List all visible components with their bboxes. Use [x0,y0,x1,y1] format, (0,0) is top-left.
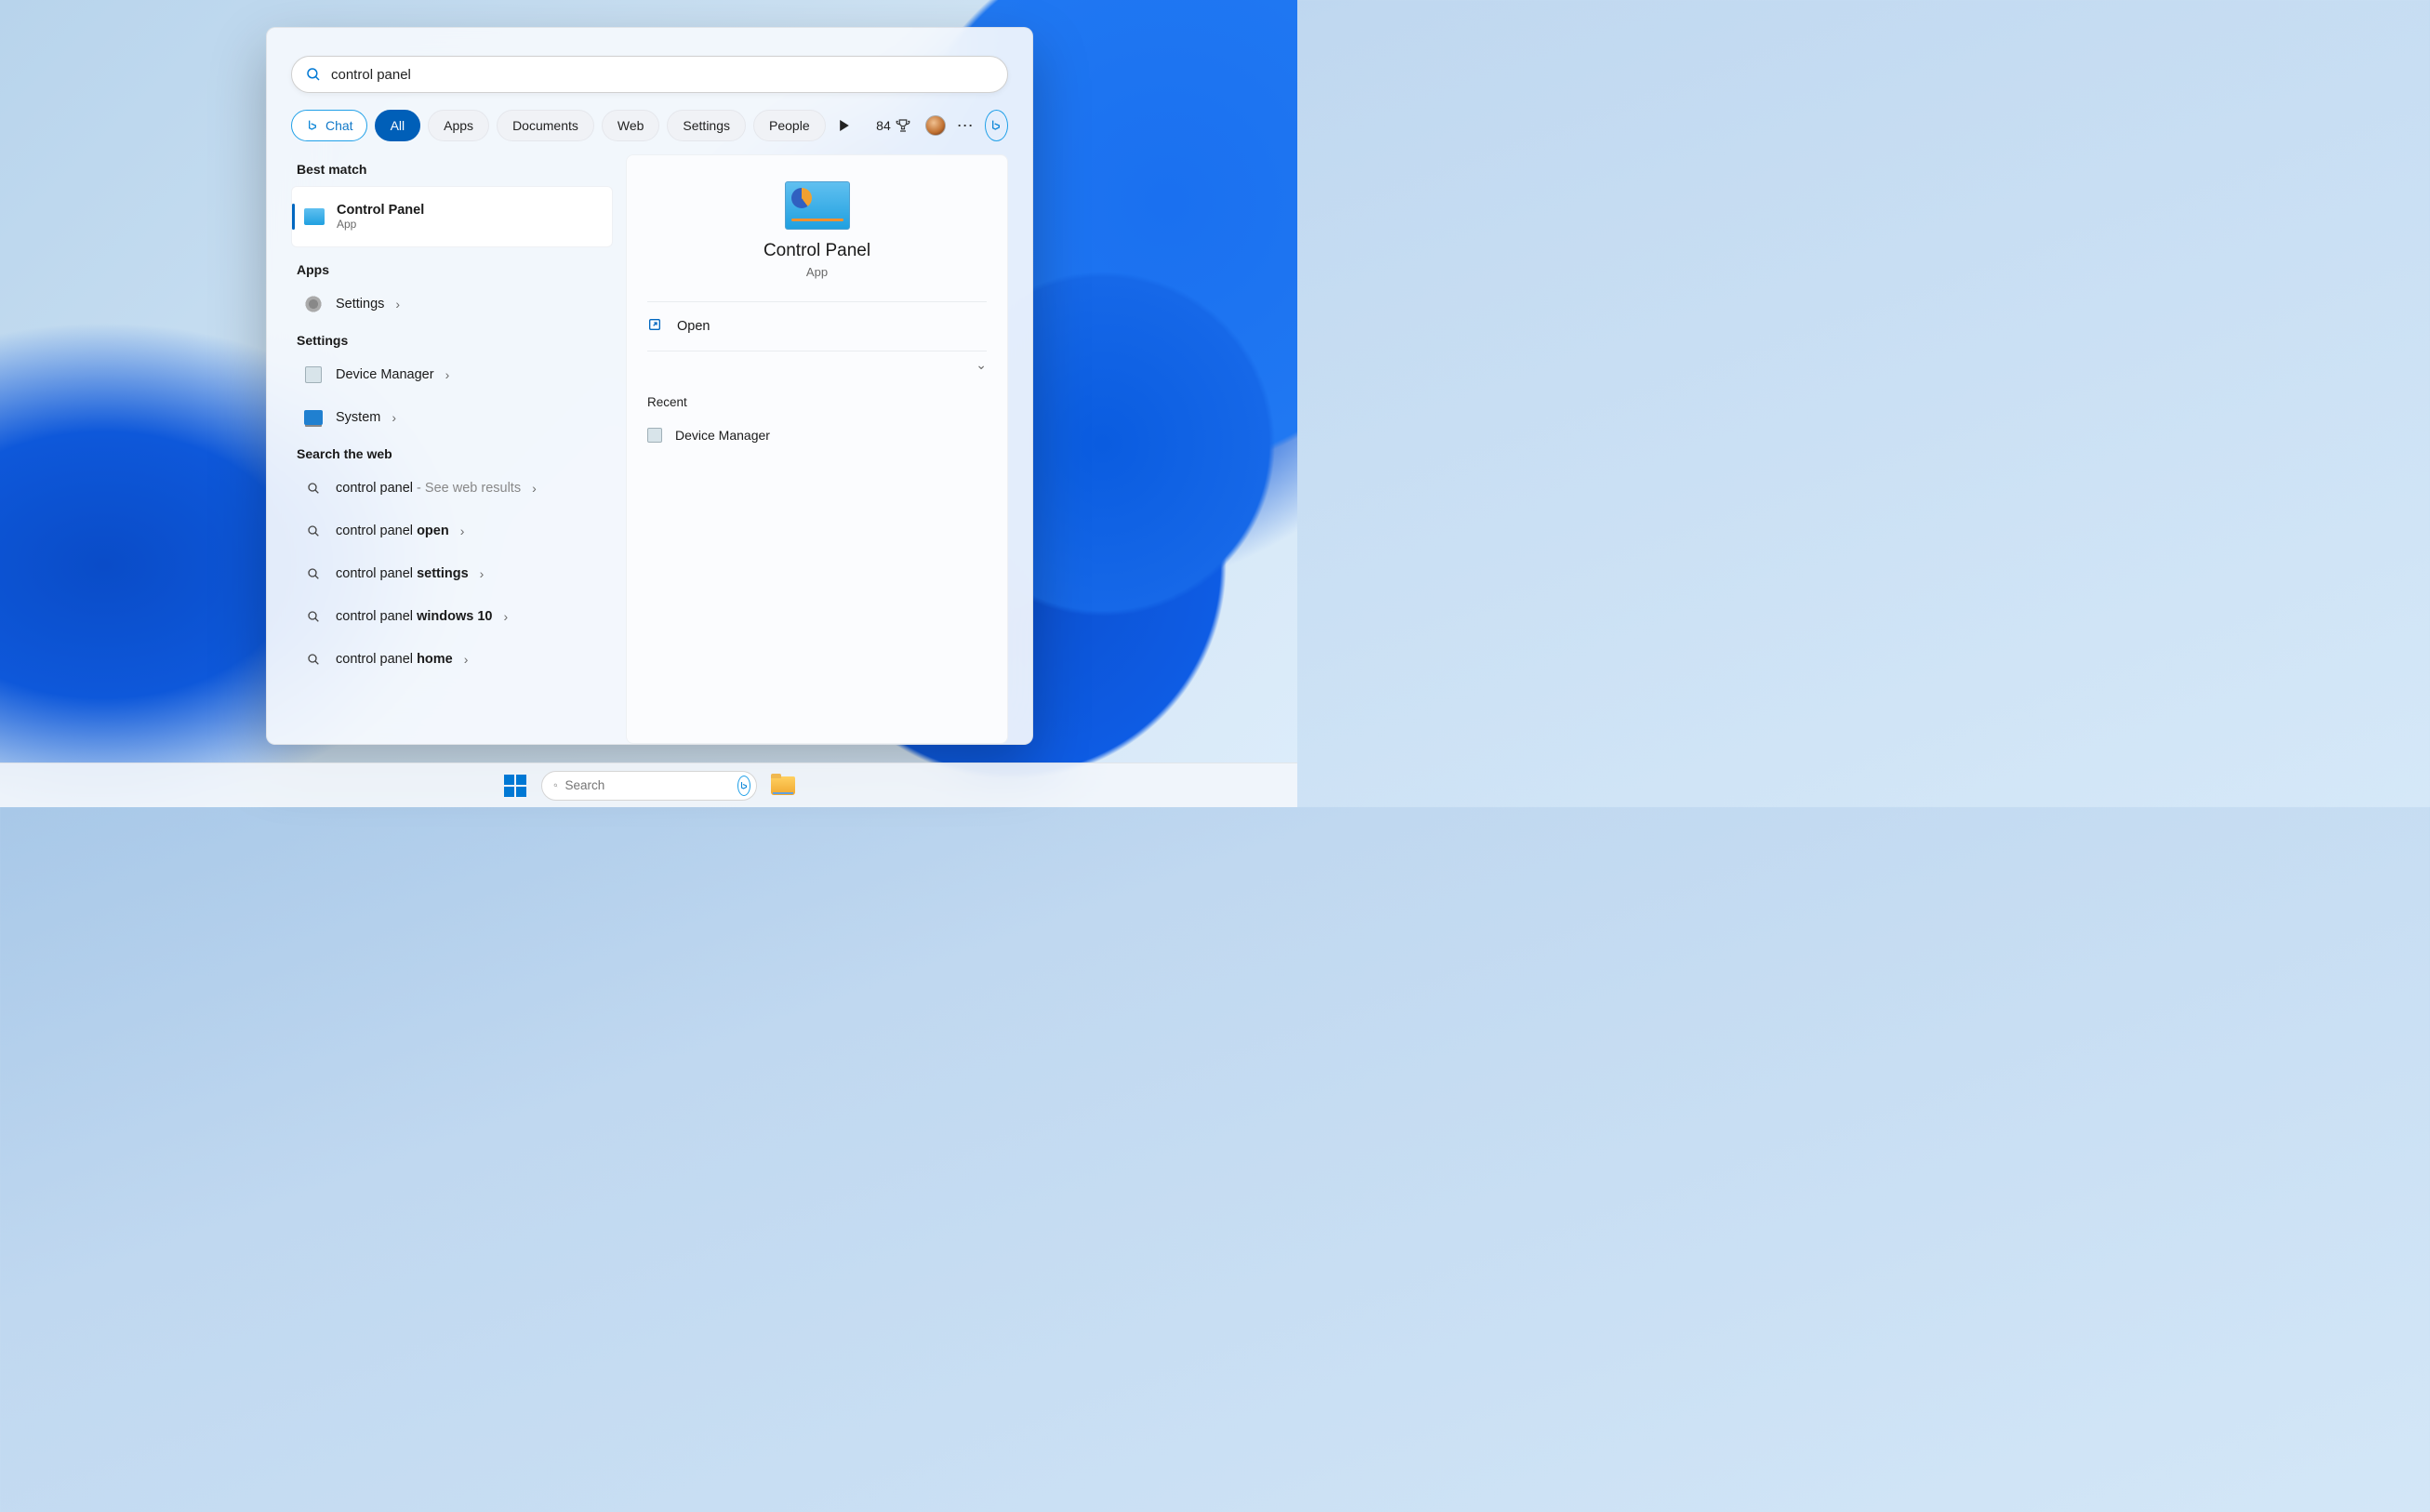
result-web-3[interactable]: control panel windows 10 › [291,595,613,638]
result-best-match[interactable]: Control Panel App [291,186,613,247]
recent-item-label: Device Manager [675,428,770,443]
gear-icon [302,293,325,315]
device-manager-icon [647,428,662,443]
result-web-0[interactable]: control panel - See web results › [291,467,613,510]
result-title: control panel settings [336,566,469,581]
play-icon [839,120,850,131]
filter-apps[interactable]: Apps [428,110,489,141]
section-search-web: Search the web [291,439,613,467]
search-icon [302,520,325,542]
result-title: control panel windows 10 [336,609,492,624]
control-panel-icon [785,181,850,230]
more-button[interactable]: ⋯ [954,110,977,141]
chevron-right-icon: › [460,524,465,538]
preview-title: Control Panel [647,241,987,261]
folder-icon [771,776,795,795]
result-title: control panel home [336,652,453,667]
action-open[interactable]: Open [647,302,987,351]
search-icon [302,605,325,628]
search-icon [302,563,325,585]
result-title: System [336,410,380,425]
start-button[interactable] [497,767,534,804]
control-panel-icon [303,206,325,228]
section-apps: Apps [291,255,613,283]
device-manager-icon [302,364,325,386]
windows-icon [504,775,526,797]
search-icon [302,648,325,670]
preview-pane: Control Panel App Open ⌄ Recent Device M… [626,154,1008,744]
rewards-value: 84 [876,118,891,133]
taskbar-search-input[interactable] [565,778,730,792]
system-icon [302,406,325,429]
result-title: Device Manager [336,367,434,382]
result-title: Settings [336,297,384,312]
result-app-settings[interactable]: Settings › [291,283,613,325]
result-web-1[interactable]: control panel open › [291,510,613,552]
bing-icon[interactable] [737,776,750,796]
search-icon [305,66,322,83]
rewards-points[interactable]: 84 [870,117,917,134]
result-subtitle: App [337,218,601,231]
preview-subtitle: App [647,265,987,279]
filter-overflow-next[interactable] [833,110,856,141]
filter-chat-label: Chat [325,118,353,133]
result-title: Control Panel [337,203,601,218]
taskbar-file-explorer[interactable] [764,767,802,804]
result-web-4[interactable]: control panel home › [291,638,613,681]
search-icon [553,778,558,792]
result-title: control panel open [336,524,449,538]
recent-header: Recent [647,395,987,409]
recent-item-device-manager[interactable]: Device Manager [647,418,987,452]
filter-chat[interactable]: Chat [291,110,367,141]
taskbar [0,763,1297,807]
avatar-icon [925,115,946,136]
section-best-match: Best match [291,154,613,182]
search-box[interactable] [291,56,1008,93]
chevron-down-icon[interactable]: ⌄ [976,357,987,373]
trophy-icon [895,117,911,134]
result-title: control panel - See web results [336,481,521,496]
chevron-right-icon: › [503,609,508,624]
filter-people[interactable]: People [753,110,826,141]
chevron-right-icon: › [392,410,396,425]
chevron-right-icon: › [464,652,469,667]
search-flyout: Chat All Apps Documents Web Settings Peo… [266,27,1033,745]
filter-web[interactable]: Web [602,110,660,141]
result-setting-system[interactable]: System › [291,396,613,439]
filter-documents[interactable]: Documents [497,110,594,141]
chevron-right-icon: › [395,297,400,312]
bing-icon [305,118,320,133]
result-setting-device-manager[interactable]: Device Manager › [291,353,613,396]
result-web-2[interactable]: control panel settings › [291,552,613,595]
open-icon [647,317,664,337]
chevron-right-icon: › [532,481,537,496]
filter-all[interactable]: All [375,110,421,141]
search-icon [302,477,325,499]
user-avatar[interactable] [924,110,948,141]
action-open-label: Open [677,319,710,334]
results-list: Best match Control Panel App Apps Settin… [291,154,626,744]
filter-settings[interactable]: Settings [667,110,746,141]
section-settings: Settings [291,325,613,353]
bing-icon [989,118,1003,133]
chevron-right-icon: › [445,367,450,382]
bing-button[interactable] [985,110,1008,141]
chevron-right-icon: › [480,566,485,581]
search-input[interactable] [331,67,994,83]
taskbar-search[interactable] [541,771,757,801]
filter-row: Chat All Apps Documents Web Settings Peo… [291,110,1008,141]
